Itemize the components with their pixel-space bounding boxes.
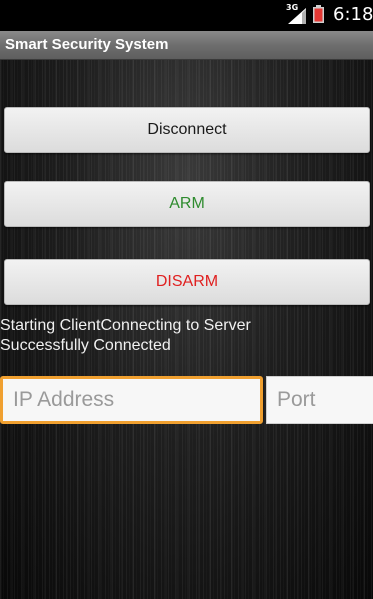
clock: 6:18	[333, 4, 373, 25]
status-line-1: Starting ClientConnecting to Server	[0, 317, 251, 334]
app-title-bar: Smart Security System	[0, 31, 373, 60]
disarm-button[interactable]: DISARM	[4, 259, 370, 305]
status-bar: 3G 6:18	[0, 0, 373, 31]
port-input[interactable]	[266, 376, 373, 424]
app-title: Smart Security System	[5, 36, 169, 53]
arm-button[interactable]: ARM	[4, 181, 370, 227]
ip-address-input[interactable]	[0, 376, 263, 424]
status-line-2: Successfully Connected	[0, 337, 171, 354]
connection-status-text: Starting ClientConnecting to Server Succ…	[0, 316, 373, 356]
disconnect-button[interactable]: Disconnect	[4, 107, 370, 153]
app-screen: 3G 6:18 Smart Security System Disconnect…	[0, 0, 373, 599]
signal-strength-icon	[288, 8, 306, 24]
battery-icon	[313, 5, 324, 23]
